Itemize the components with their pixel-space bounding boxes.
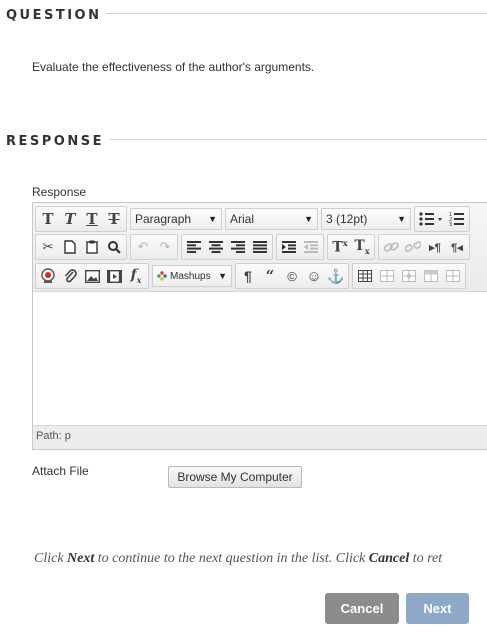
undo-redo-group: ↶ ↷ [130,234,178,260]
copy-icon[interactable] [59,236,81,258]
subscript-icon[interactable]: Tx [351,236,373,258]
undo-icon[interactable]: ↶ [132,236,154,258]
hint-next-word: Next [67,551,95,566]
navigation-instructions: Click Next to continue to the next quest… [34,551,442,567]
attach-file-label: Attach File [32,464,89,478]
paste-icon[interactable] [81,236,103,258]
align-left-icon[interactable] [183,236,205,258]
attachment-icon[interactable] [59,265,81,287]
format-select-value: Paragraph [135,212,192,226]
question-text: Evaluate the effectiveness of the author… [32,60,315,74]
size-dropdown-icon: ▼ [397,214,406,224]
editor-content-area[interactable] [33,292,487,423]
bullet-list-icon[interactable] [416,208,446,230]
table-insert-row-icon[interactable] [420,265,442,287]
align-center-icon[interactable] [205,236,227,258]
outdent-icon[interactable] [300,236,322,258]
webcam-record-icon[interactable] [37,265,59,287]
response-label: Response [32,185,87,199]
indent-icon[interactable] [278,236,300,258]
response-editor: T T T T Paragraph ▼ Arial ▼ 3 (12pt) ▼ 1… [32,202,487,450]
toolbar-row-2: ✂ ↶ ↷ Tx Tx ▸¶ ¶◂ [35,233,473,261]
toolbar-row-1: T T T T Paragraph ▼ Arial ▼ 3 (12pt) ▼ 1… [35,205,473,233]
font-select[interactable]: Arial ▼ [225,208,318,230]
svg-text:3: 3 [449,222,452,226]
numbered-list-icon[interactable]: 123 [446,208,468,230]
size-select-value: 3 (12pt) [326,212,368,226]
cut-icon[interactable]: ✂ [37,236,59,258]
mashups-select[interactable]: Mashups ▼ [152,265,232,287]
unlink-icon[interactable] [402,236,424,258]
editor-path-bar: Path: p [33,425,487,449]
superscript-icon[interactable]: Tx [329,236,351,258]
mashups-select-content: Mashups [157,271,211,282]
mashups-select-value: Mashups [170,270,211,282]
alignment-group [181,234,273,260]
strikethrough-icon[interactable]: T [103,208,125,230]
align-right-icon[interactable] [227,236,249,258]
mashups-icon [157,271,167,281]
redo-icon[interactable]: ↷ [154,236,176,258]
table-cell-props-icon[interactable] [398,265,420,287]
mashups-dropdown-icon: ▼ [218,271,227,281]
table-group [352,263,466,289]
video-icon[interactable] [103,265,125,287]
italic-icon[interactable]: T [59,208,81,230]
text-style-group: T T T T [35,206,127,232]
format-dropdown-icon: ▼ [208,214,217,224]
emoticon-icon[interactable]: ☺ [303,265,325,287]
indent-group [276,234,324,260]
format-select[interactable]: Paragraph ▼ [130,208,222,230]
clipboard-group: ✂ [35,234,127,260]
list-group: 123 [414,206,470,232]
font-dropdown-icon: ▼ [304,214,313,224]
image-icon[interactable] [81,265,103,287]
path-label: Path: [36,430,62,442]
script-group: Tx Tx [327,234,375,260]
ltr-direction-icon[interactable]: ▸¶ [424,236,446,258]
editor-toolbar: T T T T Paragraph ▼ Arial ▼ 3 (12pt) ▼ 1… [33,203,487,292]
hint-cancel-word: Cancel [368,551,410,566]
question-heading: QUESTION [6,8,102,23]
font-select-value: Arial [230,212,255,226]
table-insert-col-icon[interactable] [442,265,464,287]
rtl-direction-icon[interactable]: ¶◂ [446,236,468,258]
path-value[interactable]: p [65,430,71,442]
media-group: fx [35,263,149,289]
math-formula-icon[interactable]: fx [125,265,147,287]
link-group: ▸¶ ¶◂ [378,234,470,260]
next-button[interactable]: Next [406,593,469,624]
find-icon[interactable] [103,236,125,258]
anchor-icon[interactable]: ⚓ [325,265,347,287]
quote-icon[interactable]: “ [259,265,281,287]
question-divider [106,13,487,14]
bold-icon[interactable]: T [37,208,59,230]
response-divider [110,139,487,140]
toolbar-row-3: fx Mashups ▼ ¶ “ © ☺ ⚓ [35,262,469,290]
special-character-icon[interactable]: © [281,265,303,287]
table-icon[interactable] [354,265,376,287]
table-row-props-icon[interactable] [376,265,398,287]
hint-part-1: Click [34,551,68,566]
response-heading: RESPONSE [6,134,104,149]
paragraph-mark-icon[interactable]: ¶ [237,265,259,287]
align-justify-icon[interactable] [249,236,271,258]
insert-group: ¶ “ © ☺ ⚓ [235,263,349,289]
size-select[interactable]: 3 (12pt) ▼ [321,208,411,230]
browse-my-computer-button[interactable]: Browse My Computer [168,466,302,488]
hint-part-3: to ret [409,551,443,566]
underline-icon[interactable]: T [81,208,103,230]
hint-part-2: to continue to the next question in the … [94,551,369,566]
cancel-button[interactable]: Cancel [325,593,399,624]
link-icon[interactable] [380,236,402,258]
